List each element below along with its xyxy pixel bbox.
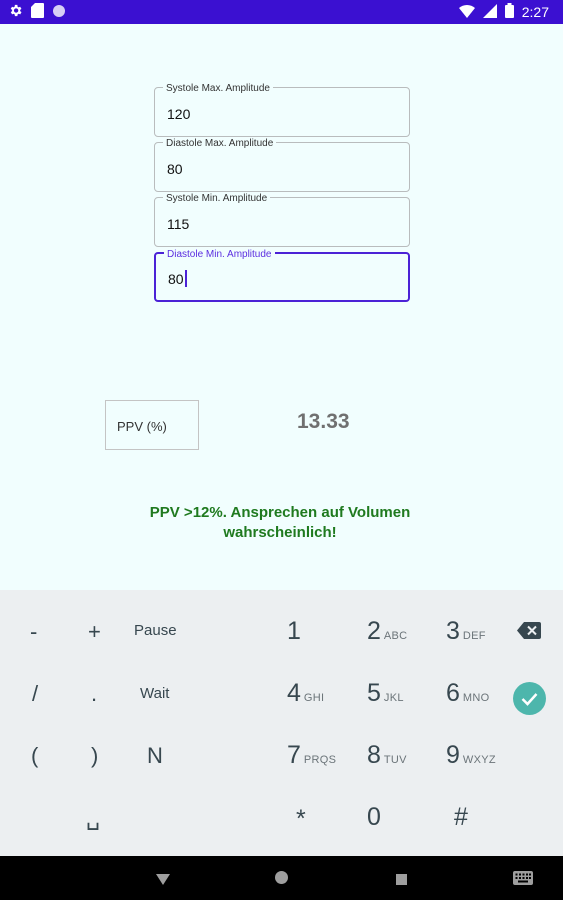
result-message-line2: wahrscheinlich! (223, 524, 337, 541)
key-letters: ABC (383, 630, 408, 642)
circle-icon (52, 4, 66, 23)
key-letters: TUV (383, 754, 407, 766)
key-7[interactable]: 7 PRQS (287, 741, 336, 770)
key-1[interactable]: 1 (287, 617, 301, 646)
back-icon[interactable] (156, 872, 170, 890)
field-value: 80 (168, 271, 184, 287)
key-space[interactable]: ␣ (86, 805, 100, 831)
result-message-line1: PPV >12%. Ansprechen auf Volumen (149, 504, 411, 521)
key-letters: PRQS (303, 754, 337, 766)
diastole-min-field[interactable]: Diastole Min. Amplitude 80 (154, 249, 410, 302)
key-minus[interactable]: - (30, 619, 37, 645)
keyboard-icon[interactable] (513, 871, 533, 890)
key-dot[interactable]: . (91, 681, 97, 707)
gear-icon (8, 3, 23, 23)
field-label: Systole Min. Amplitude (163, 193, 271, 204)
status-bar: 2:27 (0, 0, 563, 24)
key-digit: 5 (367, 679, 381, 707)
field-value-wrap: 80 (168, 270, 187, 287)
key-digit: 2 (367, 617, 381, 645)
backspace-icon[interactable] (517, 622, 541, 644)
key-n[interactable]: N (147, 743, 163, 769)
key-slash[interactable]: / (32, 681, 38, 707)
field-value: 80 (167, 161, 183, 177)
key-8[interactable]: 8 TUV (367, 741, 407, 770)
key-6[interactable]: 6 MNO (446, 679, 489, 708)
systole-max-field[interactable]: Systole Max. Amplitude 120 (154, 83, 410, 137)
signal-icon (482, 3, 497, 21)
key-digit: 3 (446, 617, 460, 645)
key-digit: 4 (287, 679, 301, 707)
navigation-bar (0, 856, 563, 900)
numeric-keyboard: - + Pause 1 2 ABC 3 DEF / . Wait 4 GHI 5 JKL… (0, 590, 563, 856)
key-digit: 7 (287, 741, 301, 769)
key-digit: 1 (287, 617, 301, 645)
ppv-label: PPV (%) (117, 419, 167, 434)
key-2[interactable]: 2 ABC (367, 617, 407, 646)
key-4[interactable]: 4 GHI (287, 679, 324, 708)
text-cursor (184, 270, 187, 287)
ppv-value: 13.33 (297, 410, 350, 433)
key-digit: 6 (446, 679, 460, 707)
key-letters: WXYZ (462, 754, 496, 766)
key-digit: 8 (367, 741, 381, 769)
key-letters: JKL (383, 692, 404, 704)
key-digit: 9 (446, 741, 460, 769)
field-label: Systole Max. Amplitude (163, 83, 273, 94)
key-wait[interactable]: Wait (140, 685, 169, 702)
ppv-label-box: PPV (%) (105, 400, 199, 450)
systole-min-field[interactable]: Systole Min. Amplitude 115 (154, 193, 410, 247)
key-open-paren[interactable]: ( (31, 743, 38, 769)
key-5[interactable]: 5 JKL (367, 679, 404, 708)
field-value: 115 (167, 216, 190, 232)
result-message: PPV >12%. Ansprechen auf Volumen wahrsch… (120, 503, 440, 543)
field-label: Diastole Max. Amplitude (163, 138, 277, 149)
field-value: 120 (167, 106, 191, 122)
key-hash[interactable]: # (454, 803, 468, 832)
key-pause[interactable]: Pause (134, 622, 177, 639)
battery-icon (504, 3, 514, 21)
key-letters: GHI (303, 692, 325, 704)
diastole-max-field[interactable]: Diastole Max. Amplitude 80 (154, 138, 410, 192)
clock: 2:27 (521, 4, 549, 20)
home-icon[interactable] (275, 871, 288, 889)
key-close-paren[interactable]: ) (91, 743, 98, 769)
recents-icon[interactable] (396, 872, 407, 890)
key-letters: MNO (462, 692, 490, 704)
key-3[interactable]: 3 DEF (446, 617, 486, 646)
wifi-icon (458, 4, 475, 21)
done-checkmark-icon[interactable] (513, 682, 546, 720)
field-label: Diastole Min. Amplitude (164, 249, 275, 260)
key-plus[interactable]: + (88, 619, 101, 645)
key-0[interactable]: 0 (367, 803, 381, 832)
key-letters: DEF (462, 630, 486, 642)
key-star[interactable]: * (296, 805, 306, 834)
key-9[interactable]: 9 WXYZ (446, 741, 496, 770)
sd-card-icon (31, 3, 44, 23)
